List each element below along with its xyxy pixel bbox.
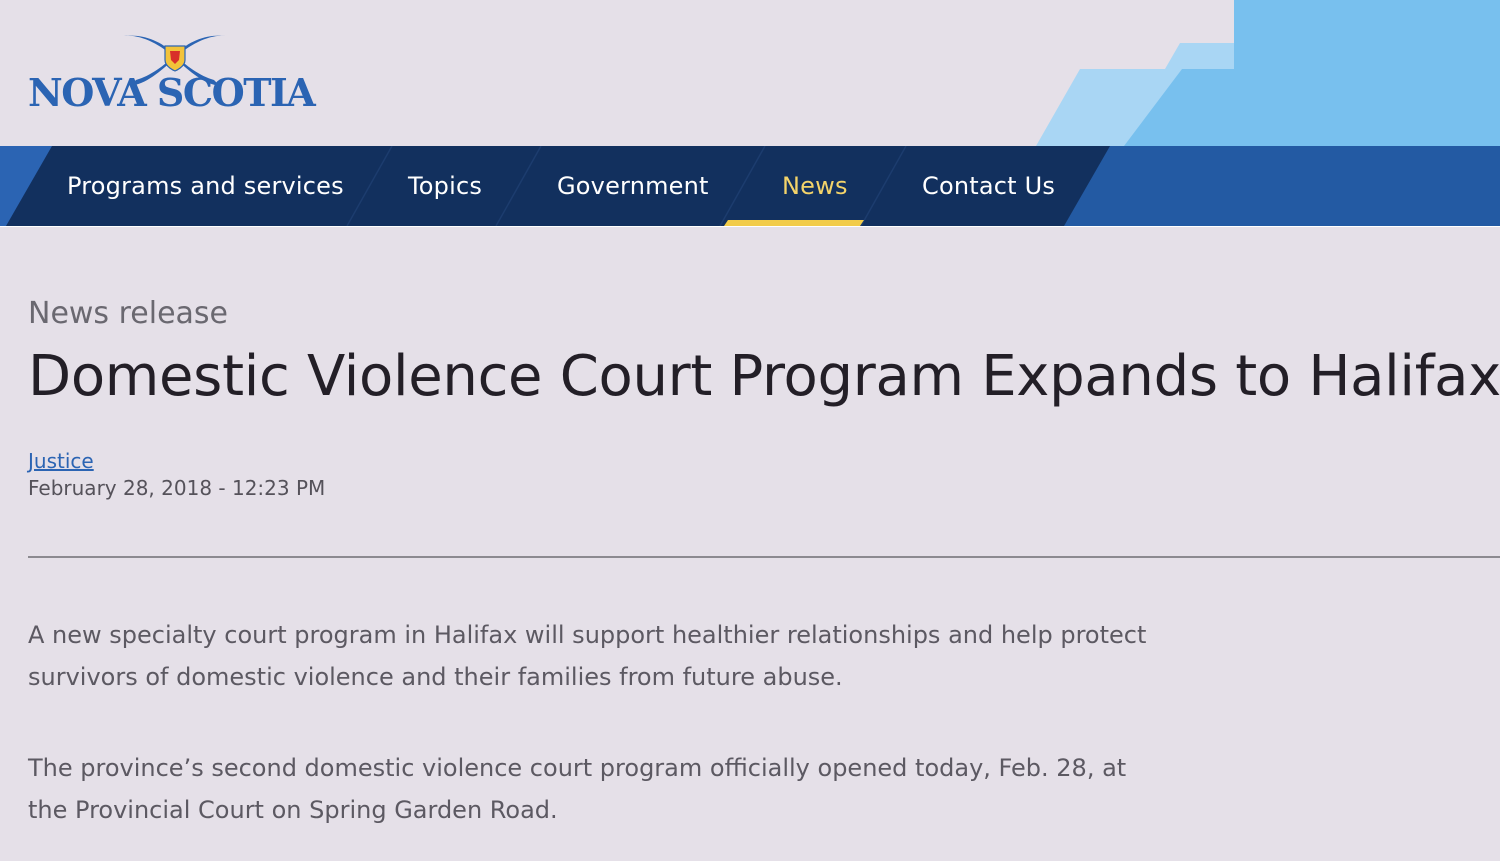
nav-news[interactable]: News xyxy=(782,146,848,226)
nav-divider xyxy=(0,226,1500,227)
logo-wordmark: NOVA SCOTIA xyxy=(28,70,316,115)
nav-contact-us[interactable]: Contact Us xyxy=(922,146,1055,226)
article-title: Domestic Violence Court Program Expands … xyxy=(28,344,1500,409)
main-nav: Programs and services Topics Government … xyxy=(0,146,1500,226)
article-divider xyxy=(28,556,1500,558)
nova-scotia-logo[interactable]: NOVA SCOTIA xyxy=(28,30,328,116)
nav-government[interactable]: Government xyxy=(557,146,709,226)
article-type-label: News release xyxy=(28,296,228,331)
article-paragraph: A new specialty court program in Halifax… xyxy=(28,621,1147,691)
department-link[interactable]: Justice xyxy=(28,449,94,473)
nav-programs-and-services[interactable]: Programs and services xyxy=(67,146,344,226)
article-timestamp: February 28, 2018 - 12:23 PM xyxy=(28,476,326,500)
site-header: NOVA SCOTIA xyxy=(0,0,1500,146)
article-paragraph: The province’s second domestic violence … xyxy=(28,754,1127,824)
nav-topics[interactable]: Topics xyxy=(408,146,482,226)
